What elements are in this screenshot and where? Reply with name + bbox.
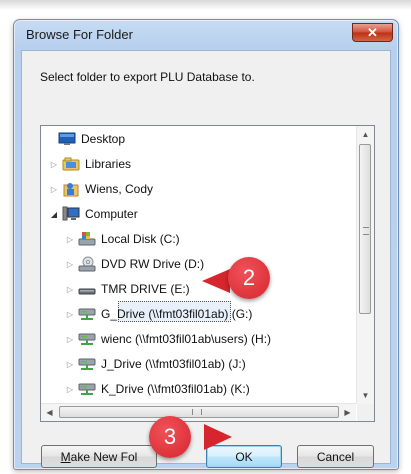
dvd-drive-icon	[78, 256, 96, 272]
tree-item-user[interactable]: ▷ Wiens, Cody	[49, 178, 153, 200]
network-drive-icon	[78, 356, 96, 372]
scroll-up-icon[interactable]: ▲	[357, 126, 374, 143]
tree-item-label: DVD RW Drive (D:)	[101, 257, 205, 271]
vertical-scrollbar[interactable]: ▲ ▼	[356, 126, 374, 404]
expand-arrow-icon[interactable]: ▷	[65, 284, 75, 294]
network-drive-icon	[78, 306, 96, 322]
expand-arrow-icon[interactable]: ▷	[65, 234, 75, 244]
tree-item-label: Computer	[85, 207, 138, 221]
scrollbar-corner	[357, 404, 374, 421]
computer-icon	[62, 206, 80, 222]
browse-for-folder-dialog: Browse For Folder ✕ Select folder to exp…	[13, 19, 399, 470]
tree-item-tmr-drive-e[interactable]: ▷ TMR DRIVE (E:)	[65, 278, 190, 300]
screen: Browse For Folder ✕ Select folder to exp…	[0, 0, 411, 474]
expand-arrow-icon[interactable]: ▷	[65, 334, 75, 344]
close-icon: ✕	[367, 25, 378, 40]
scroll-left-icon[interactable]: ◀	[41, 404, 58, 421]
instruction-text: Select folder to export PLU Database to.	[40, 70, 255, 84]
tree-item-j-drive[interactable]: ▷ J_Drive (\\fmt03fil01ab) (J:)	[65, 353, 246, 375]
network-drive-icon	[78, 331, 96, 347]
scroll-right-icon[interactable]: ▶	[339, 404, 356, 421]
user-folder-icon	[62, 181, 80, 197]
tree-item-label: G_Drive (\\fmt03fil01ab) (G:)	[101, 307, 253, 321]
scroll-down-icon[interactable]: ▼	[357, 387, 374, 404]
dialog-title: Browse For Folder	[26, 27, 133, 42]
tree-item-desktop[interactable]: Desktop	[45, 128, 125, 150]
network-drive-icon	[78, 381, 96, 397]
background-band	[0, 0, 411, 10]
close-button[interactable]: ✕	[352, 23, 393, 42]
button-label: ake New Fol	[70, 449, 138, 464]
tree-item-label: Libraries	[85, 157, 132, 171]
title-bar[interactable]: Browse For Folder ✕	[14, 20, 398, 50]
desktop-icon	[58, 131, 76, 147]
expander	[45, 134, 55, 144]
local-disk-icon	[78, 231, 96, 247]
expand-arrow-icon[interactable]: ▷	[65, 259, 75, 269]
tree-item-label: TMR DRIVE (E:)	[101, 282, 190, 296]
vertical-scroll-thumb[interactable]	[359, 144, 371, 314]
tree-item-g-drive[interactable]: ▷ G_Drive (\\fmt03fil01ab) (G:)	[65, 303, 252, 325]
step-2-callout: 2	[228, 257, 270, 299]
removable-drive-icon	[78, 281, 96, 297]
tree-item-label: Local Disk (C:)	[101, 232, 180, 246]
tree-item-h-drive[interactable]: ▷ wienc (\\fmt03fil01ab\users) (H:)	[65, 328, 271, 350]
tree-item-k-drive[interactable]: ▷ K_Drive (\\fmt03fil01ab) (K:)	[65, 378, 250, 400]
expand-arrow-icon[interactable]: ▷	[65, 384, 75, 394]
libraries-icon	[62, 156, 80, 172]
expand-arrow-icon[interactable]: ▷	[49, 159, 59, 169]
tree-item-local-disk-c[interactable]: ▷ Local Disk (C:)	[65, 228, 180, 250]
grip-icon	[363, 227, 369, 235]
step-3-callout: 3	[149, 416, 191, 458]
make-new-folder-button[interactable]: Make New Fol	[41, 445, 157, 468]
tree-item-computer[interactable]: ◢ Computer	[49, 203, 138, 225]
expand-arrow-icon[interactable]: ▷	[65, 309, 75, 319]
tree-item-label: K_Drive (\\fmt03fil01ab) (K:)	[101, 382, 250, 396]
collapse-arrow-icon[interactable]: ◢	[49, 209, 59, 219]
accelerator-key: M	[60, 449, 71, 464]
expand-arrow-icon[interactable]: ▷	[65, 359, 75, 369]
tree-item-dvd-drive-d[interactable]: ▷ DVD RW Drive (D:)	[65, 253, 204, 275]
folder-tree-viewport: Desktop ▷ Libraries ▷ Wiens, Cody ◢ Comp…	[41, 126, 356, 404]
tree-item-label: J_Drive (\\fmt03fil01ab) (J:)	[101, 357, 246, 371]
tree-item-label: Wiens, Cody	[85, 182, 154, 196]
cancel-button[interactable]: Cancel	[297, 445, 374, 468]
expand-arrow-icon[interactable]: ▷	[49, 184, 59, 194]
tree-item-label: Desktop	[81, 132, 126, 146]
tree-item-libraries[interactable]: ▷ Libraries	[49, 153, 131, 175]
button-label: Cancel	[316, 449, 355, 464]
tree-item-label: wienc (\\fmt03fil01ab\users) (H:)	[101, 332, 272, 346]
